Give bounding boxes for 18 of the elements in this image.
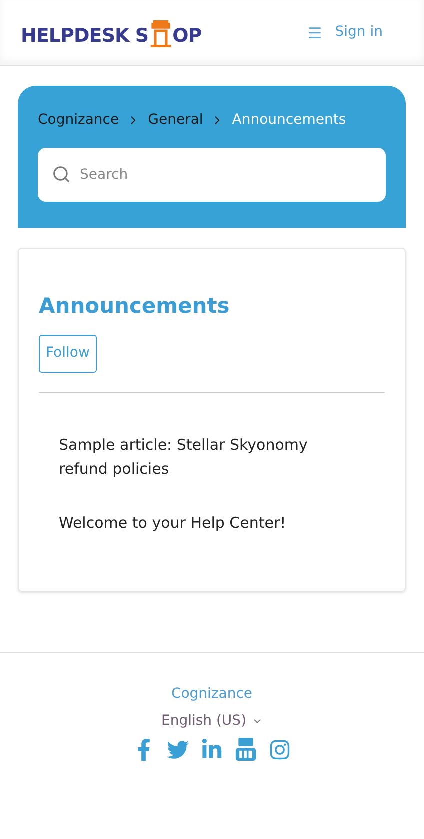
- twitter-icon[interactable]: [167, 738, 189, 760]
- footer-link[interactable]: Cognizance: [171, 684, 253, 704]
- breadcrumb-link[interactable]: Cognizance: [38, 110, 120, 131]
- sign-in-link[interactable]: Sign in: [335, 22, 383, 43]
- search-icon: [52, 165, 71, 184]
- menu-icon[interactable]: [307, 24, 324, 40]
- language-selector[interactable]: English (US): [161, 710, 263, 732]
- logo-text: OP: [172, 27, 202, 46]
- article-link[interactable]: Welcome to your Help Center!: [59, 510, 329, 534]
- shop-icon: [150, 19, 172, 49]
- logo-text: HELPDESK S: [21, 27, 149, 46]
- instagram-icon[interactable]: [269, 738, 291, 760]
- search-field[interactable]: Search: [38, 148, 386, 202]
- section-title: Announcements: [39, 293, 231, 320]
- linkedin-icon[interactable]: [201, 738, 223, 760]
- breadcrumb-link[interactable]: General: [148, 110, 204, 131]
- follow-button[interactable]: Follow: [39, 334, 97, 372]
- article-link[interactable]: Sample article: Stellar Skyonomy refund policies: [59, 432, 329, 480]
